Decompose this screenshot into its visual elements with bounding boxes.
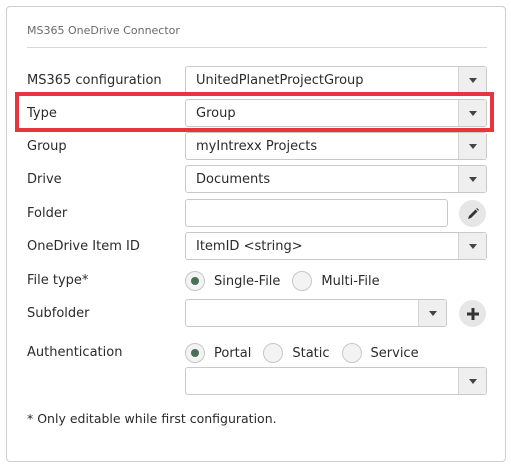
chevron-down-icon <box>428 310 437 316</box>
dropdown-arrow-button[interactable] <box>458 133 486 159</box>
dropdown-arrow-button[interactable] <box>458 100 486 126</box>
dropdown-arrow-button[interactable] <box>458 233 486 259</box>
drive-row: Drive Documents <box>7 165 507 195</box>
onedrive-item-id-row: OneDrive Item ID ItemID <string> <box>7 232 507 262</box>
dropdown-arrow-button[interactable] <box>458 368 486 394</box>
add-subfolder-button[interactable] <box>459 300 486 327</box>
chevron-down-icon <box>468 176 477 182</box>
onedrive-item-id-label: OneDrive Item ID <box>27 239 140 254</box>
title-divider <box>27 47 487 48</box>
authentication-option-service[interactable]: Service <box>341 343 419 363</box>
group-row: Group myIntrexx Projects <box>7 132 507 162</box>
dropdown-arrow-button[interactable] <box>458 67 486 93</box>
subfolder-row: Subfolder <box>7 299 507 329</box>
onedrive-item-id-select[interactable]: ItemID <string> <box>185 232 487 260</box>
type-label: Type <box>27 106 57 121</box>
chevron-down-icon <box>468 77 477 83</box>
subfolder-label: Subfolder <box>27 306 90 321</box>
radio-label: Service <box>370 345 419 361</box>
chevron-down-icon <box>468 110 477 116</box>
type-row: Type Group <box>7 99 507 129</box>
radio-label: Single-File <box>214 273 281 289</box>
plus-icon <box>466 307 479 320</box>
file-type-label: File type* <box>27 273 89 288</box>
type-value: Group <box>196 105 236 121</box>
authentication-label: Authentication <box>27 345 123 360</box>
drive-label: Drive <box>27 172 62 187</box>
radio-label: Static <box>292 345 330 361</box>
chevron-down-icon <box>468 378 477 384</box>
folder-row: Folder <box>7 199 507 229</box>
group-select[interactable]: myIntrexx Projects <box>185 132 487 160</box>
radio-button-selected[interactable] <box>185 343 205 363</box>
authentication-select-row <box>7 367 507 397</box>
file-type-option-multi[interactable]: Multi-File <box>292 271 380 291</box>
file-type-option-single[interactable]: Single-File <box>185 271 280 291</box>
chevron-down-icon <box>468 243 477 249</box>
drive-value: Documents <box>196 171 271 187</box>
authentication-option-static[interactable]: Static <box>263 343 330 363</box>
pencil-icon <box>467 207 479 219</box>
ms365-configuration-value: UnitedPlanetProjectGroup <box>196 72 364 88</box>
ms365-configuration-label: MS365 configuration <box>27 73 162 88</box>
dropdown-arrow-button[interactable] <box>418 300 446 326</box>
file-type-radio-group: Single-File Multi-File <box>185 266 392 296</box>
radio-button[interactable] <box>263 343 284 363</box>
onedrive-item-id-value: ItemID <string> <box>196 238 303 254</box>
authentication-radio-group: Portal Static Service <box>185 338 431 368</box>
authentication-select[interactable] <box>185 367 487 395</box>
group-value: myIntrexx Projects <box>196 138 318 154</box>
folder-input[interactable] <box>185 199 448 227</box>
radio-button[interactable] <box>341 343 362 363</box>
radio-button[interactable] <box>292 271 313 291</box>
type-select[interactable]: Group <box>185 99 487 127</box>
folder-label: Folder <box>27 206 68 221</box>
edit-folder-button[interactable] <box>459 200 486 227</box>
group-label: Group <box>27 139 67 154</box>
chevron-down-icon <box>468 143 477 149</box>
drive-select[interactable]: Documents <box>185 165 487 193</box>
subfolder-select[interactable] <box>185 299 447 327</box>
panel-title: MS365 OneDrive Connector <box>27 24 180 37</box>
ms365-configuration-row: MS365 configuration UnitedPlanetProjectG… <box>7 66 507 96</box>
dropdown-arrow-button[interactable] <box>458 166 486 192</box>
onedrive-connector-panel: MS365 OneDrive Connector MS365 configura… <box>6 6 506 462</box>
footnote: * Only editable while first configuratio… <box>27 411 277 426</box>
radio-label: Portal <box>214 345 252 361</box>
authentication-row: Authentication Portal Static Service <box>7 338 507 368</box>
radio-button-selected[interactable] <box>185 271 205 291</box>
radio-label: Multi-File <box>321 273 380 289</box>
authentication-option-portal[interactable]: Portal <box>185 343 251 363</box>
file-type-row: File type* Single-File Multi-File <box>7 266 507 296</box>
ms365-configuration-select[interactable]: UnitedPlanetProjectGroup <box>185 66 487 94</box>
